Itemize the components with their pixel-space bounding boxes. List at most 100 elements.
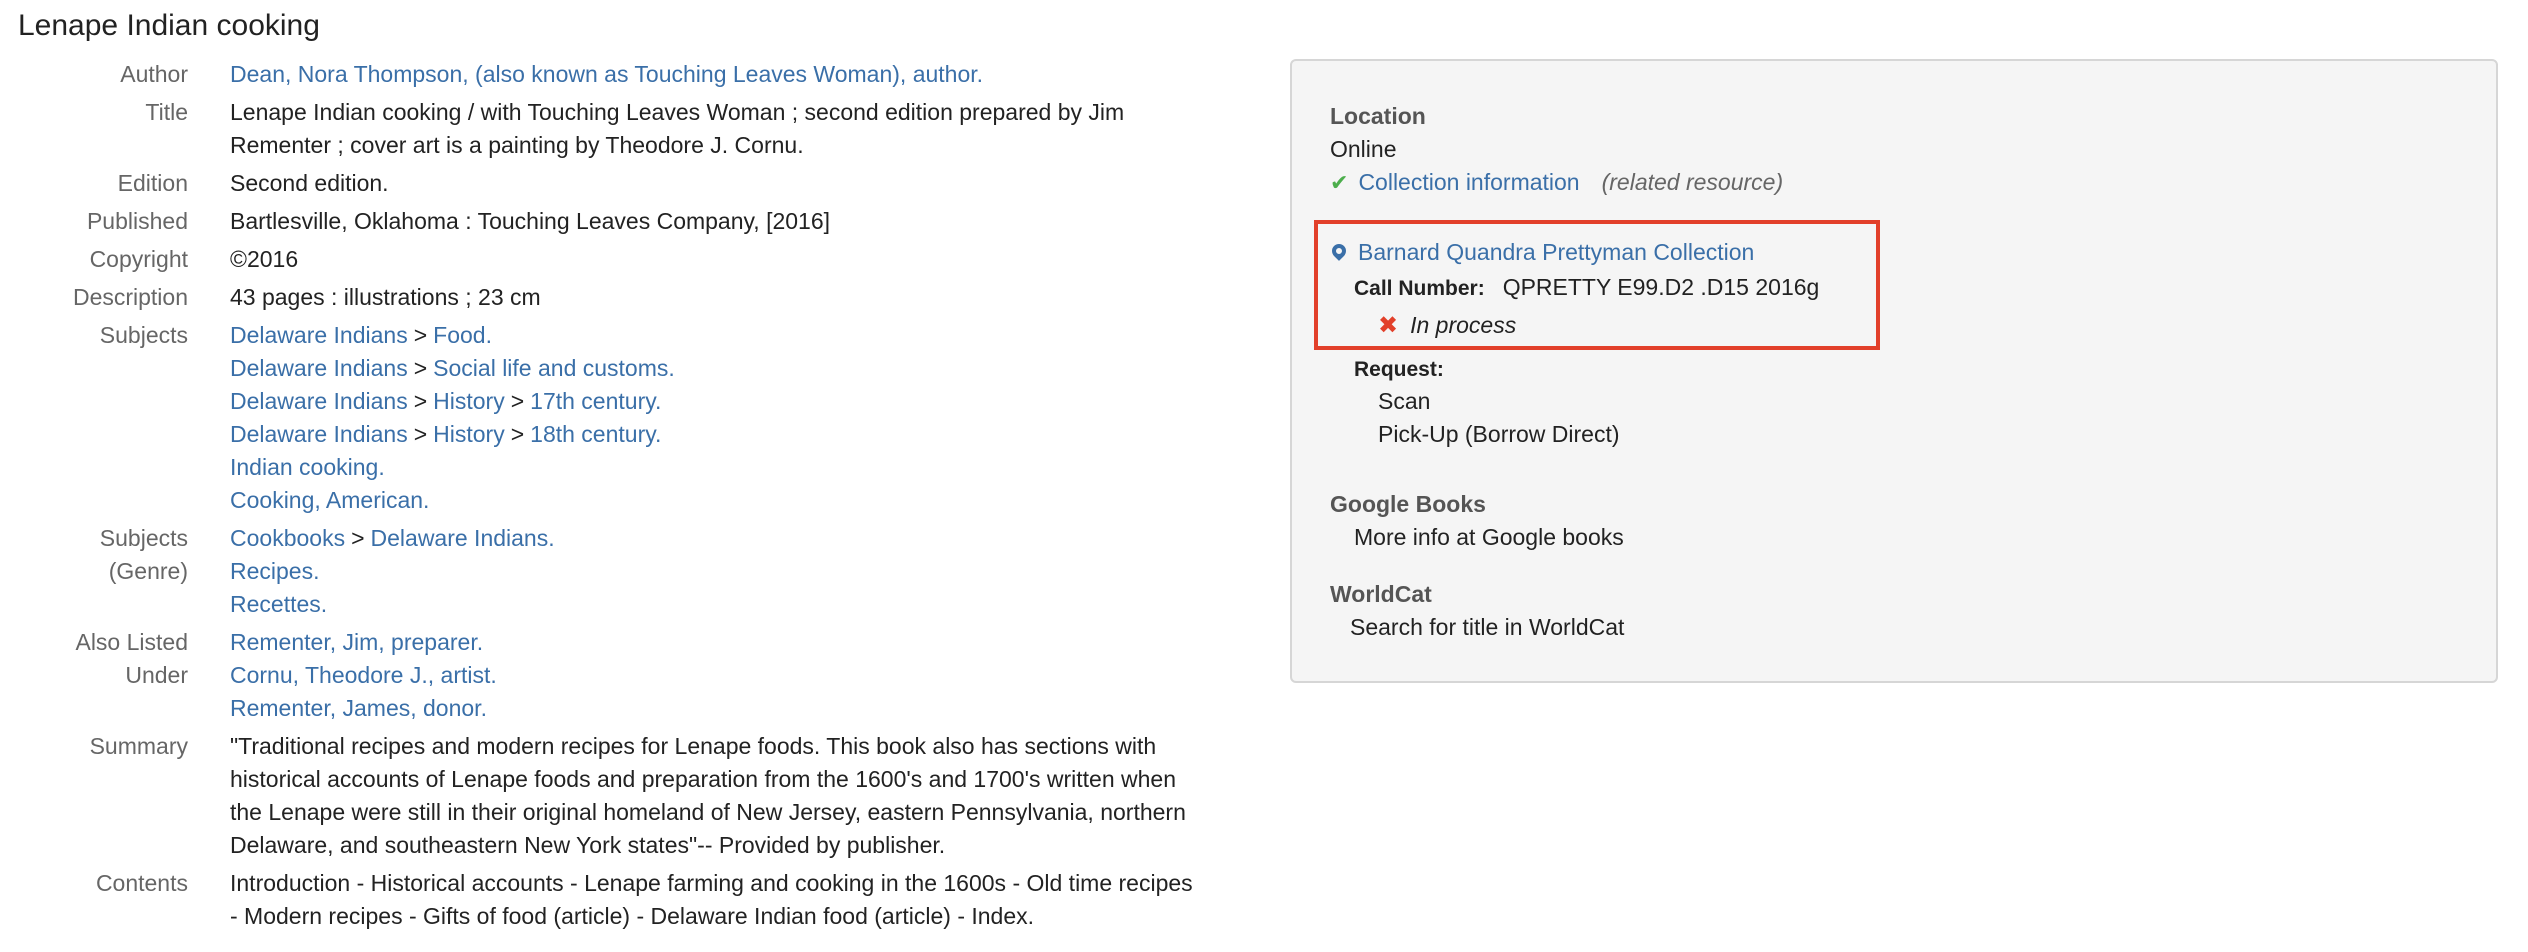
subject-link[interactable]: Cooking, American. [230,487,429,513]
worldcat-link[interactable]: Search for title in WorldCat [1350,611,1624,644]
field-subjects-genre: Subjects (Genre) Cookbooks > Delaware Indi… [0,522,1260,621]
subject-separator: > [510,388,525,414]
subject-link[interactable]: Food. [433,322,492,348]
field-label-also-listed: Also Listed Under [0,626,230,692]
field-label-edition: Edition [117,170,188,196]
subject-entry: Delaware Indians > History >18th century. [230,418,1260,451]
field-label-summary: Summary [89,733,188,759]
subject-separator: > [413,388,428,414]
genre-entry: Cookbooks > Delaware Indians. [230,522,1260,555]
title-line: Rementer ; cover art is a painting by Th… [230,132,804,158]
subject-link[interactable]: 17th century. [530,388,661,414]
subject-separator: > [413,322,428,348]
holding-collection-row: Barnard Quandra Prettyman Collection [1329,236,1754,269]
google-books-heading: Google Books [1330,491,1486,517]
summary-line: "Traditional recipes and modern recipes … [230,733,1157,759]
subject-link[interactable]: 18th century. [530,421,661,447]
call-number-value: QPRETTY E99.D2 .D15 2016g [1502,274,1820,300]
call-number-row: Call Number: QPRETTY E99.D2 .D15 2016g [1354,271,1819,305]
field-label-contents: Contents [95,870,188,896]
field-label-title: Title [145,99,188,125]
field-author: Author Dean, Nora Thompson, (also known … [0,58,1260,91]
subject-link[interactable]: Delaware Indians [230,355,408,381]
checkmark-icon: ✔ [1330,170,1349,195]
subject-entry: Delaware Indians > History >17th century. [230,385,1260,418]
field-also-listed: Also Listed Under Rementer, Jim, prepare… [0,626,1260,725]
call-number-label: Call Number: [1354,277,1485,300]
field-subjects: Subjects Delaware Indians > Food. Delaware… [0,319,1260,517]
record-title: Lenape Indian cooking [18,9,320,42]
subject-separator: > [413,355,428,381]
x-icon: ✖ [1378,312,1399,339]
label-line: (Genre) [108,558,188,584]
field-label-copyright: Copyright [89,246,188,272]
genre-link[interactable]: Recettes. [230,591,327,617]
subject-separator: > [510,421,525,447]
genre-link[interactable]: Delaware Indians. [371,525,555,551]
genre-entry: Recipes. [230,555,1260,588]
field-published: Published Bartlesville, Oklahoma : Touch… [0,205,1260,238]
also-listed-link[interactable]: Rementer, James, donor. [230,692,1260,725]
field-label-description: Description [72,284,188,310]
published-value: Bartlesville, Oklahoma : Touching Leaves… [230,208,831,234]
field-title: Title Lenape Indian cooking / with Touch… [0,96,1260,162]
field-label-subjects-genre: Subjects (Genre) [0,522,230,588]
holding-highlight-box: Barnard Quandra Prettyman Collection Cal… [1314,220,1880,350]
title-line: Lenape Indian cooking / with Touching Le… [230,99,1125,125]
request-label: Request: [1354,358,1444,381]
google-books-link[interactable]: More info at Google books [1354,521,1624,554]
summary-line: Delaware, and southeastern New York stat… [230,832,946,858]
record-page: Lenape Indian cooking Author Dean, Nora … [0,0,2528,952]
worldcat-heading: WorldCat [1330,581,1432,607]
collection-information-link[interactable]: Collection information [1358,169,1579,195]
subject-entry: Delaware Indians > Social life and customs… [230,352,1260,385]
field-label-author: Author [120,61,188,87]
field-description: Description 43 pages : illustrations ; 2… [0,281,1260,314]
field-label-subjects: Subjects [99,322,188,348]
map-pin-icon [1329,241,1349,261]
subject-link[interactable]: Delaware Indians [230,421,408,447]
genre-link[interactable]: Cookbooks [230,525,345,551]
field-copyright: Copyright ©2016 [0,243,1260,276]
description-value: 43 pages : illustrations ; 23 cm [230,284,541,310]
subject-link[interactable]: Indian cooking. [230,454,385,480]
status-row: ✖ In process [1378,309,1516,342]
subject-entry: Indian cooking. [230,451,1260,484]
contents-line: Introduction - Historical accounts - Len… [230,870,1193,896]
field-label-published: Published [86,208,188,234]
related-resource-note: (related resource) [1601,169,1784,195]
subject-link[interactable]: History [433,421,505,447]
also-listed-link[interactable]: Cornu, Theodore J., artist. [230,659,1260,692]
location-heading: Location [1330,103,1426,129]
subject-link[interactable]: History [433,388,505,414]
also-listed-link[interactable]: Rementer, Jim, preparer. [230,626,1260,659]
request-scan-link[interactable]: Scan [1378,385,1430,418]
label-line: Also Listed [75,629,188,655]
collection-info-row: ✔ Collection information (related resource… [1330,166,1783,199]
subject-separator: > [351,525,365,551]
genre-entry: Recettes. [230,588,1260,621]
subject-link[interactable]: Delaware Indians [230,388,408,414]
copyright-value: ©2016 [230,246,299,272]
genre-link[interactable]: Recipes. [230,558,319,584]
holding-collection-link[interactable]: Barnard Quandra Prettyman Collection [1358,239,1754,265]
subject-separator: > [413,421,428,447]
contents-line: - Modern recipes - Gifts of food (articl… [230,903,1035,929]
label-line: Under [125,662,188,688]
field-contents: Contents Introduction - Historical accou… [0,867,1260,933]
field-edition: Edition Second edition. [0,167,1260,200]
label-line: Subjects [99,525,188,551]
author-link[interactable]: Dean, Nora Thompson, (also known as Touc… [230,61,983,87]
holdings-panel: Location Online ✔ Collection information (… [1290,59,2498,683]
edition-value: Second edition. [230,170,389,196]
summary-line: historical accounts of Lenape foods and … [230,766,1176,792]
summary-line: the Lenape were still in their original … [230,799,1186,825]
status-text: In process [1410,312,1517,338]
metadata-table: Author Dean, Nora Thompson, (also known … [0,58,1260,938]
field-summary: Summary "Traditional recipes and modern … [0,730,1260,862]
subject-link[interactable]: Social life and customs. [433,355,675,381]
request-pickup-link[interactable]: Pick-Up (Borrow Direct) [1378,418,1620,451]
subject-link[interactable]: Delaware Indians [230,322,408,348]
location-value: Online [1330,136,1397,162]
subject-entry: Delaware Indians > Food. [230,319,1260,352]
